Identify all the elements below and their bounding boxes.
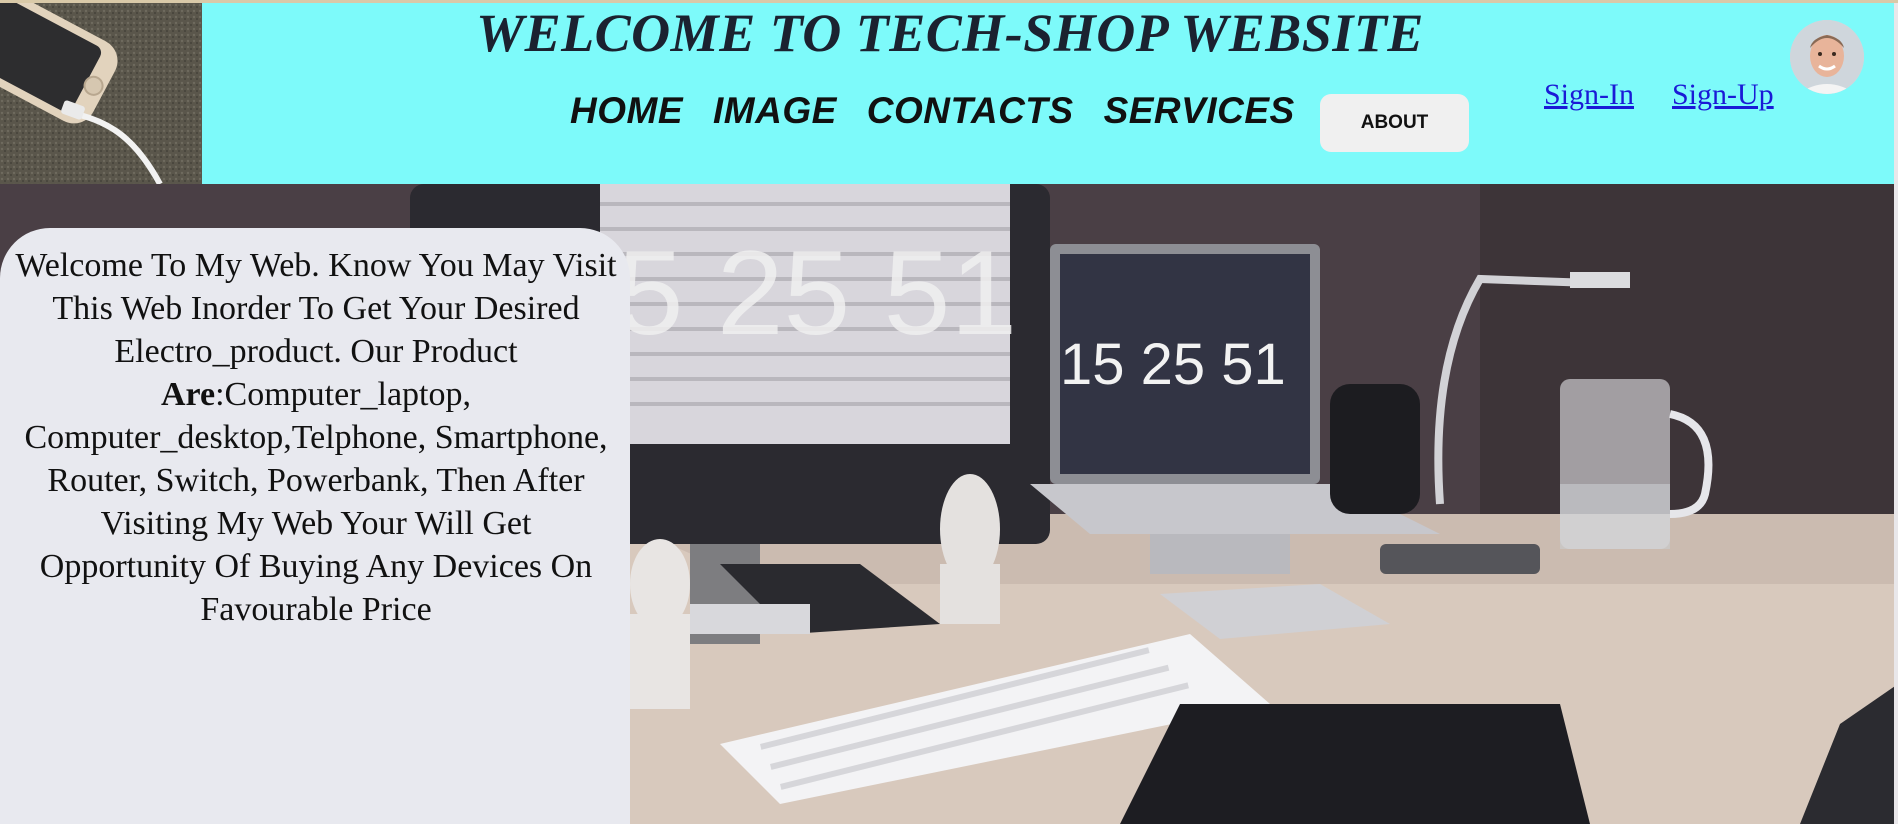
sign-in-link[interactable]: Sign-In: [1544, 78, 1634, 112]
welcome-text-bold: Are: [160, 376, 216, 413]
auth-links: Sign-In Sign-Up: [1544, 78, 1812, 112]
about-button[interactable]: ABOUT: [1320, 94, 1469, 152]
user-avatar[interactable]: [1790, 20, 1864, 94]
sign-up-link[interactable]: Sign-Up: [1672, 78, 1774, 112]
nav-services-link[interactable]: SERVICES: [1104, 90, 1295, 132]
site-title: WELCOME TO TECH-SHOP WEBSITE: [476, 3, 1424, 63]
laptop-clock-text: 15 25 51: [1060, 332, 1286, 397]
nav-home-link[interactable]: HOME: [570, 90, 683, 132]
welcome-info-panel: Welcome To My Web. Know You May Visit Th…: [0, 228, 630, 824]
welcome-text: Welcome To My Web. Know You May Visit Th…: [14, 244, 618, 631]
user-avatar-icon: [1790, 20, 1864, 94]
welcome-text-intro: Welcome To My Web. Know You May Visit Th…: [15, 247, 617, 370]
nav-image-link[interactable]: IMAGE: [713, 90, 837, 132]
scrollbar-edge: [1894, 3, 1898, 824]
welcome-text-products: :Computer_laptop, Computer_desktop,Telph…: [24, 376, 608, 628]
main-nav: HOME IMAGE CONTACTS SERVICES: [570, 90, 1325, 132]
nav-contacts-link[interactable]: CONTACTS: [867, 90, 1074, 132]
